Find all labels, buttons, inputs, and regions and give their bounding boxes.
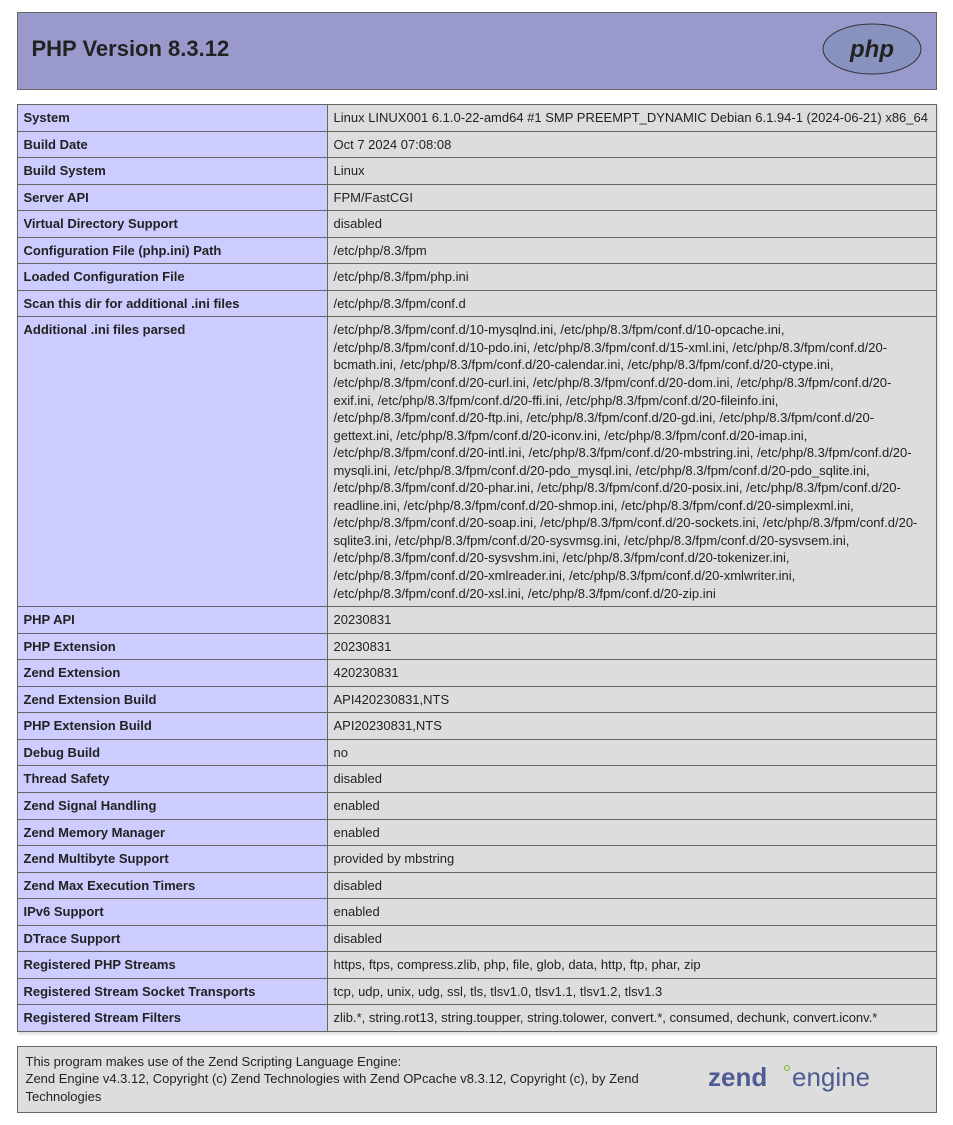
table-row: IPv6 Supportenabled xyxy=(17,899,936,926)
info-label: Server API xyxy=(17,184,327,211)
info-value: 420230831 xyxy=(327,660,936,687)
table-row: Build DateOct 7 2024 07:08:08 xyxy=(17,131,936,158)
info-value: Linux xyxy=(327,158,936,185)
info-label: PHP API xyxy=(17,607,327,634)
info-value: disabled xyxy=(327,211,936,238)
table-row: Registered Stream Filterszlib.*, string.… xyxy=(17,1005,936,1032)
table-row: Zend Extension420230831 xyxy=(17,660,936,687)
table-row: Zend Max Execution Timersdisabled xyxy=(17,872,936,899)
info-label: Zend Signal Handling xyxy=(17,792,327,819)
table-row: Zend Signal Handlingenabled xyxy=(17,792,936,819)
info-label: Registered Stream Socket Transports xyxy=(17,978,327,1005)
table-row: Zend Memory Managerenabled xyxy=(17,819,936,846)
info-value: disabled xyxy=(327,925,936,952)
info-value: disabled xyxy=(327,766,936,793)
info-value: enabled xyxy=(327,899,936,926)
zend-credits-box: This program makes use of the Zend Scrip… xyxy=(17,1046,937,1113)
info-label: Configuration File (php.ini) Path xyxy=(17,237,327,264)
info-label: Zend Extension xyxy=(17,660,327,687)
table-row: PHP API20230831 xyxy=(17,607,936,634)
table-row: Registered PHP Streamshttps, ftps, compr… xyxy=(17,952,936,979)
info-value: provided by mbstring xyxy=(327,846,936,873)
info-value: FPM/FastCGI xyxy=(327,184,936,211)
info-value: no xyxy=(327,739,936,766)
table-row: Server APIFPM/FastCGI xyxy=(17,184,936,211)
table-row: PHP Extension BuildAPI20230831,NTS xyxy=(17,713,936,740)
table-row: SystemLinux LINUX001 6.1.0-22-amd64 #1 S… xyxy=(17,105,936,132)
info-label: Zend Multibyte Support xyxy=(17,846,327,873)
table-row: Additional .ini files parsed/etc/php/8.3… xyxy=(17,317,936,607)
page-title: PHP Version 8.3.12 xyxy=(32,36,230,62)
info-label: PHP Extension Build xyxy=(17,713,327,740)
info-label: PHP Extension xyxy=(17,633,327,660)
table-row: DTrace Supportdisabled xyxy=(17,925,936,952)
info-label: Build Date xyxy=(17,131,327,158)
zend-line2: Zend Engine v4.3.12, Copyright (c) Zend … xyxy=(26,1071,639,1104)
table-row: Loaded Configuration File/etc/php/8.3/fp… xyxy=(17,264,936,291)
table-row: Thread Safetydisabled xyxy=(17,766,936,793)
info-value: Oct 7 2024 07:08:08 xyxy=(327,131,936,158)
table-row: Zend Extension BuildAPI420230831,NTS xyxy=(17,686,936,713)
info-label: Zend Max Execution Timers xyxy=(17,872,327,899)
zend-engine-logo-icon: zend engine xyxy=(708,1057,928,1101)
info-label: Zend Memory Manager xyxy=(17,819,327,846)
info-label: DTrace Support xyxy=(17,925,327,952)
svg-text:php: php xyxy=(849,36,894,63)
table-row: Configuration File (php.ini) Path/etc/ph… xyxy=(17,237,936,264)
table-row: PHP Extension20230831 xyxy=(17,633,936,660)
table-row: Registered Stream Socket Transportstcp, … xyxy=(17,978,936,1005)
info-label: System xyxy=(17,105,327,132)
table-row: Zend Multibyte Supportprovided by mbstri… xyxy=(17,846,936,873)
info-value: tcp, udp, unix, udg, ssl, tls, tlsv1.0, … xyxy=(327,978,936,1005)
info-label: Debug Build xyxy=(17,739,327,766)
info-label: Registered PHP Streams xyxy=(17,952,327,979)
zend-line1: This program makes use of the Zend Scrip… xyxy=(26,1054,402,1069)
phpinfo-header: PHP Version 8.3.12 php xyxy=(17,12,937,90)
info-label: Thread Safety xyxy=(17,766,327,793)
info-value: API20230831,NTS xyxy=(327,713,936,740)
info-value: zlib.*, string.rot13, string.toupper, st… xyxy=(327,1005,936,1032)
info-value: enabled xyxy=(327,819,936,846)
info-label: Registered Stream Filters xyxy=(17,1005,327,1032)
info-value: https, ftps, compress.zlib, php, file, g… xyxy=(327,952,936,979)
info-value: 20230831 xyxy=(327,607,936,634)
info-value: disabled xyxy=(327,872,936,899)
info-label: Virtual Directory Support xyxy=(17,211,327,238)
info-value: /etc/php/8.3/fpm/php.ini xyxy=(327,264,936,291)
table-row: Scan this dir for additional .ini files/… xyxy=(17,290,936,317)
info-value: API420230831,NTS xyxy=(327,686,936,713)
svg-text:zend: zend xyxy=(708,1062,767,1092)
info-value: 20230831 xyxy=(327,633,936,660)
info-label: IPv6 Support xyxy=(17,899,327,926)
info-label: Loaded Configuration File xyxy=(17,264,327,291)
phpinfo-table: SystemLinux LINUX001 6.1.0-22-amd64 #1 S… xyxy=(17,104,937,1032)
info-value: /etc/php/8.3/fpm/conf.d xyxy=(327,290,936,317)
info-value: /etc/php/8.3/fpm xyxy=(327,237,936,264)
info-label: Zend Extension Build xyxy=(17,686,327,713)
info-label: Scan this dir for additional .ini files xyxy=(17,290,327,317)
info-label: Additional .ini files parsed xyxy=(17,317,327,607)
php-logo-icon: php xyxy=(822,23,922,75)
svg-text:engine: engine xyxy=(792,1062,870,1092)
info-label: Build System xyxy=(17,158,327,185)
table-row: Debug Buildno xyxy=(17,739,936,766)
info-value: enabled xyxy=(327,792,936,819)
table-row: Build SystemLinux xyxy=(17,158,936,185)
info-value: Linux LINUX001 6.1.0-22-amd64 #1 SMP PRE… xyxy=(327,105,936,132)
info-value: /etc/php/8.3/fpm/conf.d/10-mysqlnd.ini, … xyxy=(327,317,936,607)
table-row: Virtual Directory Supportdisabled xyxy=(17,211,936,238)
zend-credits-text: This program makes use of the Zend Scrip… xyxy=(26,1053,698,1106)
